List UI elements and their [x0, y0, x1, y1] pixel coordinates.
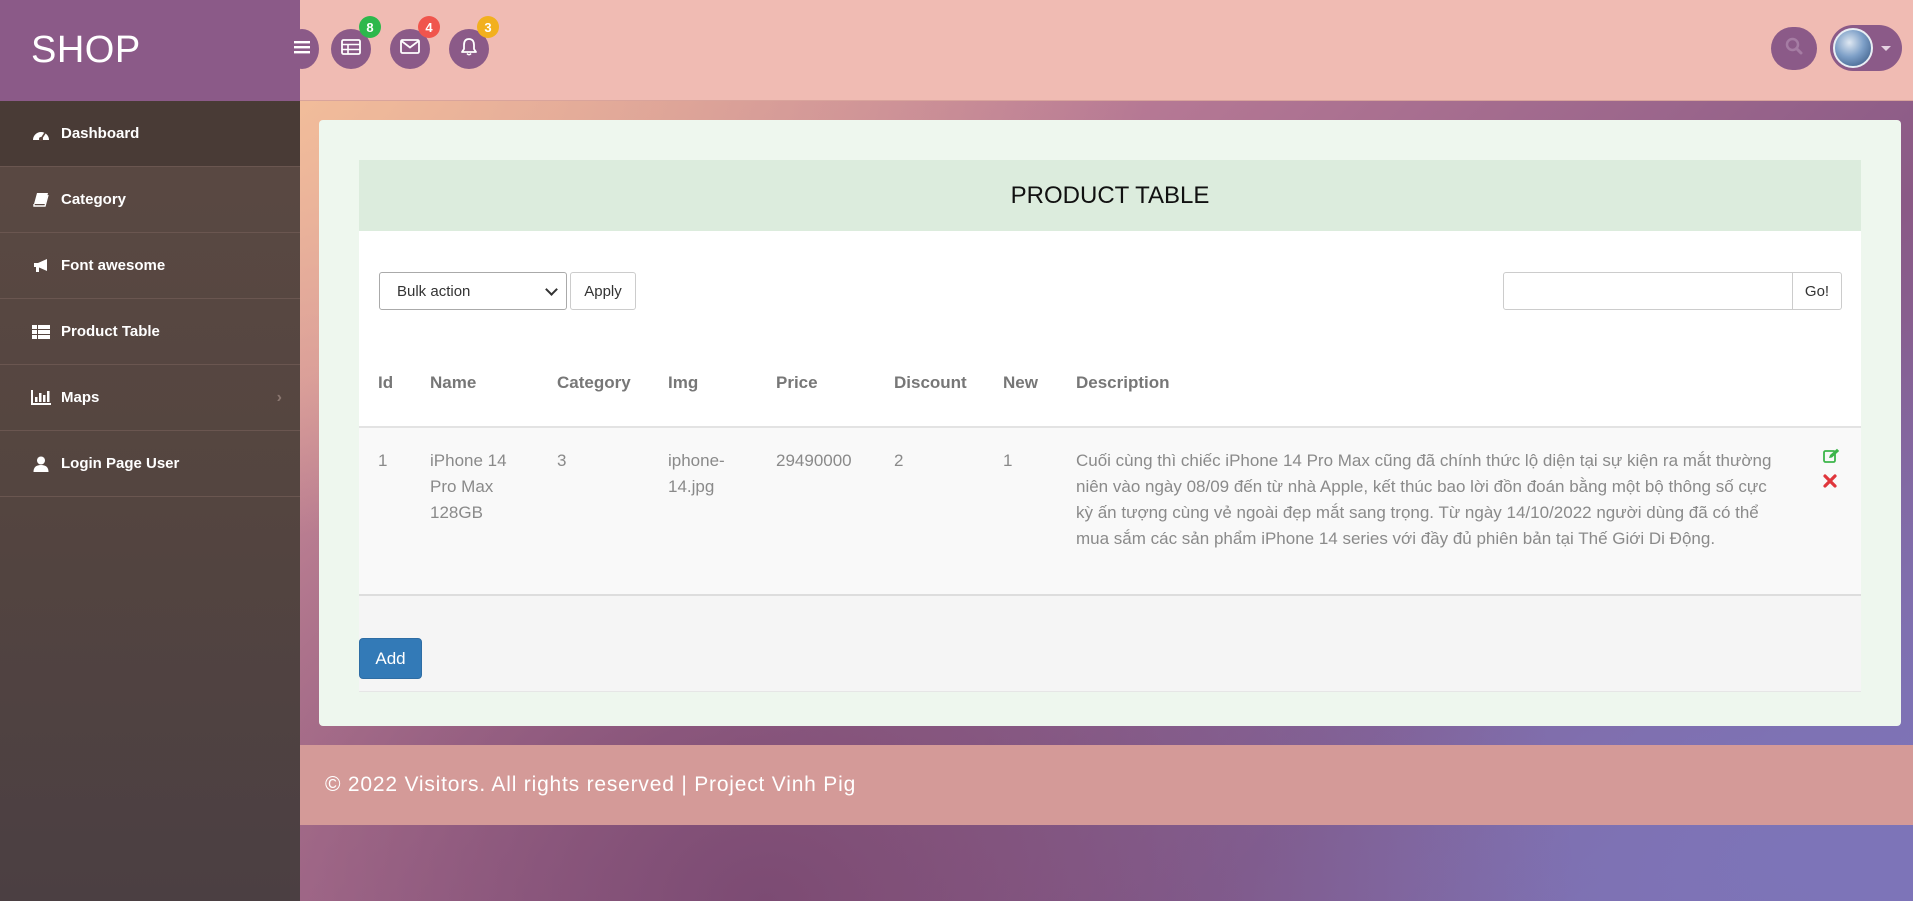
bulk-action-select[interactable]: Bulk action: [379, 272, 567, 310]
tasks-badge: 8: [359, 16, 381, 38]
sidebar-item-label: Font awesome: [61, 257, 166, 274]
sidebar-item-font-awesome[interactable]: Font awesome: [0, 233, 300, 299]
dashboard-icon: [31, 126, 51, 142]
sidebar-item-label: Login Page User: [61, 455, 180, 472]
search-input[interactable]: [1503, 272, 1793, 310]
sidebar-item-label: Category: [61, 191, 127, 208]
cell-discount: 2: [894, 451, 904, 470]
menu-toggle-button[interactable]: [285, 29, 319, 69]
brand-logo[interactable]: SHOP: [0, 0, 300, 101]
book-icon: [31, 192, 51, 208]
table-footer: Add: [359, 596, 1861, 692]
sidebar-item-label: Dashboard: [61, 125, 140, 142]
column-header-description: Description: [1076, 373, 1170, 392]
hamburger-icon: [294, 40, 310, 59]
sidebar-item-maps[interactable]: Maps ›: [0, 365, 300, 431]
top-bar: 8 4 3: [285, 0, 1913, 101]
page-footer: © 2022 Visitors. All rights reserved | P…: [300, 745, 1913, 825]
column-header-new: New: [1003, 373, 1038, 392]
search-icon: [1785, 37, 1803, 60]
bullhorn-icon: [31, 258, 51, 274]
column-header-category: Category: [557, 373, 631, 392]
table-row: 1 iPhone 14 Pro Max 128GB 3 iphone-14.jp…: [359, 428, 1861, 596]
delete-icon[interactable]: [1823, 474, 1837, 493]
edit-icon[interactable]: [1823, 448, 1840, 468]
sidebar-item-product-table[interactable]: Product Table: [0, 299, 300, 365]
sidebar-item-category[interactable]: Category: [0, 167, 300, 233]
caret-down-icon: [1881, 45, 1891, 51]
cell-description: Cuối cùng thì chiếc iPhone 14 Pro Max cũ…: [1076, 451, 1772, 548]
column-header-name: Name: [430, 373, 477, 392]
go-button[interactable]: Go!: [1792, 272, 1842, 310]
page-title: PRODUCT TABLE: [359, 160, 1861, 231]
copyright-text: © 2022 Visitors. All rights reserved | P…: [325, 773, 857, 796]
column-header-discount: Discount: [894, 373, 967, 392]
cell-category: 3: [557, 451, 567, 470]
user-icon: [31, 456, 51, 472]
notifications-button[interactable]: 3: [449, 16, 499, 69]
column-header-id: Id: [378, 373, 394, 392]
tasks-icon: [341, 38, 361, 60]
bulk-action-value: Bulk action: [397, 282, 471, 300]
column-header-img: Img: [668, 373, 699, 392]
cell-new: 1: [1003, 451, 1013, 470]
chevron-right-icon: ›: [276, 388, 282, 406]
bell-icon: [460, 37, 478, 61]
messages-button[interactable]: 4: [390, 16, 440, 69]
cell-price: 29490000: [776, 451, 852, 470]
table-header: Id Name Category Img Price Discount New …: [359, 357, 1861, 428]
avatar: [1833, 28, 1873, 68]
messages-badge: 4: [418, 16, 440, 38]
sidebar-item-login-page-user[interactable]: Login Page User: [0, 431, 300, 497]
cell-name: iPhone 14 Pro Max 128GB: [430, 451, 507, 522]
table-icon: [31, 324, 51, 340]
sidebar: SHOP Dashboard Category Font awesome Pro…: [0, 0, 300, 901]
table-toolbar: Bulk action Apply Go!: [359, 231, 1861, 357]
apply-button[interactable]: Apply: [570, 272, 636, 310]
sidebar-item-label: Maps: [61, 389, 100, 406]
add-button[interactable]: Add: [359, 638, 422, 679]
column-header-price: Price: [776, 373, 818, 392]
user-menu-button[interactable]: [1830, 25, 1902, 71]
sidebar-item-label: Product Table: [61, 323, 160, 340]
cell-img: iphone-14.jpg: [668, 451, 725, 496]
bar-chart-icon: [31, 390, 51, 406]
chevron-down-icon: [545, 283, 558, 296]
product-table-card: PRODUCT TABLE Bulk action Apply Go! Id N…: [359, 160, 1861, 692]
envelope-icon: [400, 39, 420, 59]
cell-id: 1: [378, 451, 388, 470]
header-search-button[interactable]: [1771, 27, 1817, 70]
tasks-button[interactable]: 8: [331, 16, 381, 69]
notifications-badge: 3: [477, 16, 499, 38]
main-panel: PRODUCT TABLE Bulk action Apply Go! Id N…: [319, 120, 1901, 726]
sidebar-item-dashboard[interactable]: Dashboard: [0, 101, 300, 167]
